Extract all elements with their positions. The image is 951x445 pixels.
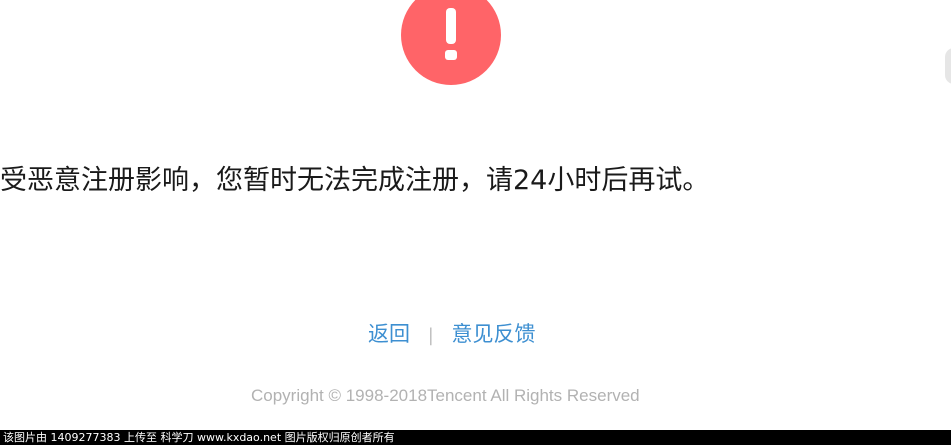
error-page: 受恶意注册影响，您暂时无法完成注册，请24小时后再试。 返回 | 意见反馈 Co…	[0, 0, 951, 445]
watermark-bar: 该图片由 1409277383 上传至 科学刀 www.kxdao.net 图片…	[0, 430, 951, 445]
error-message: 受恶意注册影响，您暂时无法完成注册，请24小时后再试。	[0, 165, 710, 196]
scroll-handle[interactable]	[945, 48, 951, 84]
link-separator: |	[427, 325, 434, 346]
back-link[interactable]: 返回	[368, 322, 410, 346]
copyright-text: Copyright © 1998-2018Tencent All Rights …	[251, 386, 640, 405]
alert-exclamation-icon	[401, 0, 501, 85]
exclamation-bar	[446, 8, 456, 44]
feedback-link[interactable]: 意见反馈	[451, 322, 535, 346]
exclamation-dot	[445, 50, 457, 60]
action-links: 返回 | 意见反馈	[368, 319, 535, 349]
